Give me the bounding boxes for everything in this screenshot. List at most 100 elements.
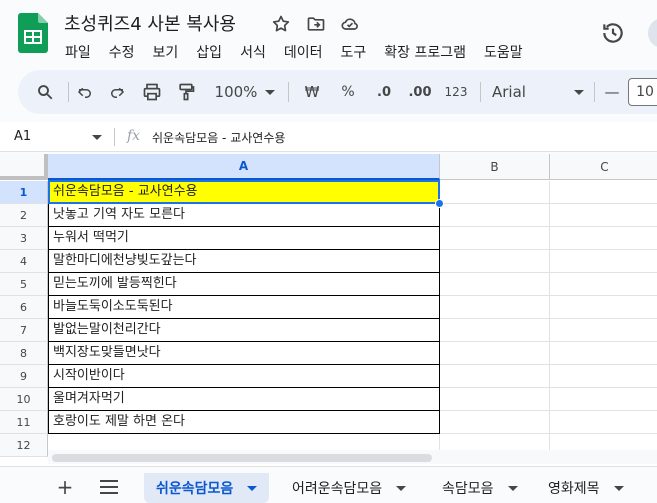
toolbar-divider [594,82,595,102]
name-box[interactable]: A1 [14,129,31,144]
row-header[interactable]: 11 [0,411,48,434]
cell-a7[interactable]: 발없는말이천리간다 [48,319,440,342]
column-header-c[interactable]: C [550,154,657,180]
zoom-select[interactable]: 100% [210,78,280,106]
cloud-saved-icon[interactable] [338,12,362,36]
menu-format[interactable]: 서식 [231,40,275,64]
cell-b3[interactable] [440,227,550,250]
row-header[interactable]: 12 [0,434,48,457]
row-header[interactable]: 4 [0,250,48,273]
version-history-icon[interactable] [600,20,626,46]
cell-c5[interactable] [550,273,657,296]
cell-b6[interactable] [440,296,550,319]
cell-b11[interactable] [440,411,550,434]
cell-c2[interactable] [550,204,657,227]
cell-c1[interactable] [550,181,657,204]
paint-format-icon[interactable] [172,78,200,106]
toolbar-divider [68,82,69,102]
horizontal-scrollbar[interactable] [48,450,657,464]
menu-insert[interactable]: 삽입 [187,40,231,64]
cell-c11[interactable] [550,411,657,434]
sheets-logo-icon[interactable] [18,13,48,53]
redo-icon[interactable] [104,78,130,106]
cell-a2[interactable]: 낫놓고 기역 자도 모른다 [48,204,440,227]
cell-a11[interactable]: 호랑이도 제말 하면 온다 [48,411,440,434]
decrease-decimal-button[interactable]: .0 [370,78,398,106]
cell-c10[interactable] [550,388,657,411]
menu-view[interactable]: 보기 [144,40,188,64]
sheet-tab-3[interactable]: 영화제목 [536,473,636,503]
font-size-input[interactable]: 10 [628,78,657,106]
formula-input[interactable]: 쉬운속담모음 - 교사연수용 [152,129,285,146]
avatar[interactable] [648,18,657,48]
document-title[interactable]: 초성퀴즈4 사본 복사용 [64,10,236,36]
chevron-down-icon[interactable] [396,485,407,491]
spreadsheet-grid[interactable]: A B C 1 쉬운속담모음 - 교사연수용 2 낫놓고 기역 자도 모른다 3 누워서 … [0,154,657,466]
move-to-folder-icon[interactable] [304,12,328,36]
toolbar-divider [480,82,481,102]
chevron-down-icon[interactable] [613,485,624,491]
cell-c8[interactable] [550,342,657,365]
scrollbar-thumb[interactable] [52,454,432,462]
search-menus-icon[interactable] [32,78,58,106]
print-icon[interactable] [138,78,166,106]
menu-tools[interactable]: 도구 [331,40,375,64]
cell-b9[interactable] [440,365,550,388]
cell-c4[interactable] [550,250,657,273]
cell-a9[interactable]: 시작이반이다 [48,365,440,388]
sheet-tab-2[interactable]: 속담모음 [430,473,530,503]
star-icon[interactable] [269,12,293,36]
row-header[interactable]: 3 [0,227,48,250]
row-header[interactable]: 7 [0,319,48,342]
cell-a5[interactable]: 믿는도끼에 발등찍힌다 [48,273,440,296]
menu-edit[interactable]: 수정 [100,40,144,64]
menu-file[interactable]: 파일 [56,40,100,64]
chevron-down-icon[interactable] [92,135,102,140]
row-header[interactable]: 2 [0,204,48,227]
cell-b4[interactable] [440,250,550,273]
cell-b7[interactable] [440,319,550,342]
format-currency-button[interactable]: ₩ [300,78,324,106]
fill-handle[interactable] [435,199,444,208]
row-header[interactable]: 8 [0,342,48,365]
add-sheet-button[interactable]: + [54,475,76,499]
cell-a4[interactable]: 말한마디에천냥빚도갚는다 [48,250,440,273]
number-format-button[interactable]: 123 [442,78,470,106]
cell-c7[interactable] [550,319,657,342]
menu-data[interactable]: 데이터 [275,40,332,64]
font-family-select[interactable]: Arial [492,78,584,106]
chevron-down-icon[interactable] [507,485,518,491]
undo-icon[interactable] [72,78,98,106]
cell-b8[interactable] [440,342,550,365]
menu-extensions[interactable]: 확장 프로그램 [375,40,475,64]
cell-b2[interactable] [440,204,550,227]
row-header[interactable]: 5 [0,273,48,296]
cell-a1[interactable]: 쉬운속담모음 - 교사연수용 [48,181,440,204]
sheet-tab-1[interactable]: 어려운속담모음 [280,473,418,503]
cell-c3[interactable] [550,227,657,250]
cell-a3[interactable]: 누워서 떡먹기 [48,227,440,250]
cell-b5[interactable] [440,273,550,296]
row-header[interactable]: 6 [0,296,48,319]
column-header-a[interactable]: A [48,154,440,180]
row-header[interactable]: 1 [0,181,48,204]
menu-help[interactable]: 도움말 [475,40,532,64]
column-header-b[interactable]: B [440,154,550,180]
decrease-font-size-button[interactable]: — [602,78,622,106]
zoom-value: 100% [214,83,258,101]
cell-b10[interactable] [440,388,550,411]
cell-b1[interactable] [440,181,550,204]
cell-a6[interactable]: 바늘도둑이소도둑된다 [48,296,440,319]
select-all-corner[interactable] [0,154,48,180]
format-percent-button[interactable]: % [336,78,360,106]
cell-a8[interactable]: 백지장도맞들면낫다 [48,342,440,365]
cell-c9[interactable] [550,365,657,388]
all-sheets-button[interactable] [98,476,120,498]
cell-c6[interactable] [550,296,657,319]
row-header[interactable]: 10 [0,388,48,411]
chevron-down-icon[interactable] [247,485,258,491]
increase-decimal-button[interactable]: .00 [404,78,436,106]
cell-a10[interactable]: 울며겨자먹기 [48,388,440,411]
sheet-tab-0[interactable]: 쉬운속담모음 [144,473,270,503]
row-header[interactable]: 9 [0,365,48,388]
